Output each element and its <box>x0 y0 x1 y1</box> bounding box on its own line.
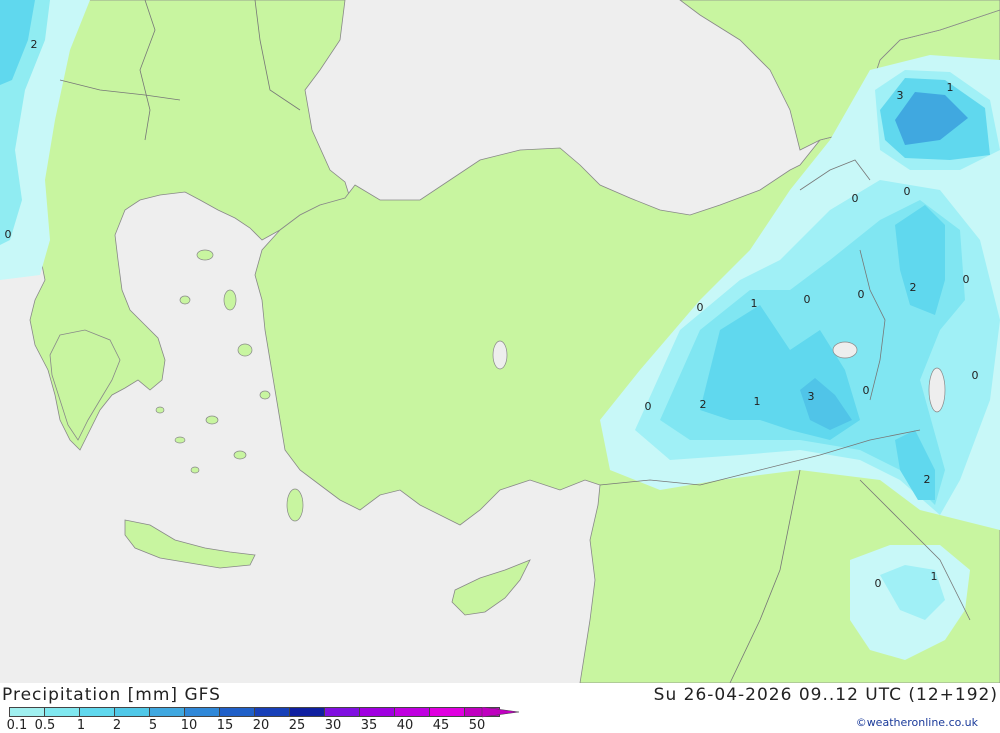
contour-label: 1 <box>754 395 761 408</box>
contour-label: 2 <box>910 281 917 294</box>
credit-link[interactable]: ©weatheronline.co.uk <box>856 716 978 729</box>
forecast-timestamp: Su 26-04-2026 09..12 UTC (12+192) <box>653 685 998 705</box>
contour-label: 0 <box>963 273 970 286</box>
contour-label: 3 <box>897 89 904 102</box>
footer: Precipitation [mm] GFS Su 26-04-2026 09.… <box>0 683 1000 733</box>
legend-label: 0.5 <box>34 718 56 733</box>
contour-label: 2 <box>31 38 38 51</box>
legend-label: 15 <box>216 718 234 733</box>
legend-label: 35 <box>360 718 378 733</box>
legend-label: 20 <box>252 718 270 733</box>
contour-label: 0 <box>645 400 652 413</box>
legend-label: 1 <box>76 718 86 733</box>
contour-label: 2 <box>700 398 707 411</box>
legend-label: 10 <box>180 718 198 733</box>
legend-label: 50 <box>468 718 486 733</box>
contour-label: 0 <box>5 228 12 241</box>
contour-label: 3 <box>808 390 815 403</box>
legend-label: 45 <box>432 718 450 733</box>
contour-label: 0 <box>697 301 704 314</box>
contour-label: 1 <box>931 570 938 583</box>
contour-label: 2 <box>924 473 931 486</box>
contour-label: 0 <box>875 577 882 590</box>
contour-label: 1 <box>947 81 954 94</box>
legend-labels: 0.1 0.5 1 2 5 10 15 20 25 30 35 40 45 50 <box>0 718 520 733</box>
map-canvas: 2 0 3 1 0 0 0 1 0 0 2 0 0 2 1 3 0 0 2 0 … <box>0 0 1000 684</box>
contour-label: 0 <box>858 288 865 301</box>
legend-label: 40 <box>396 718 414 733</box>
legend-label: 2 <box>112 718 122 733</box>
contour-label: 1 <box>751 297 758 310</box>
legend-label: 25 <box>288 718 306 733</box>
contour-label: 0 <box>972 369 979 382</box>
legend-label: 5 <box>148 718 158 733</box>
map-title: Precipitation [mm] GFS <box>2 685 221 705</box>
legend-label: 0.1 <box>6 718 28 733</box>
contour-label: 0 <box>863 384 870 397</box>
contour-label: 0 <box>852 192 859 205</box>
precipitation-map: 2 0 3 1 0 0 0 1 0 0 2 0 0 2 1 3 0 0 2 0 … <box>0 0 1000 684</box>
contour-label: 0 <box>904 185 911 198</box>
legend-label: 30 <box>324 718 342 733</box>
contour-label: 0 <box>804 293 811 306</box>
